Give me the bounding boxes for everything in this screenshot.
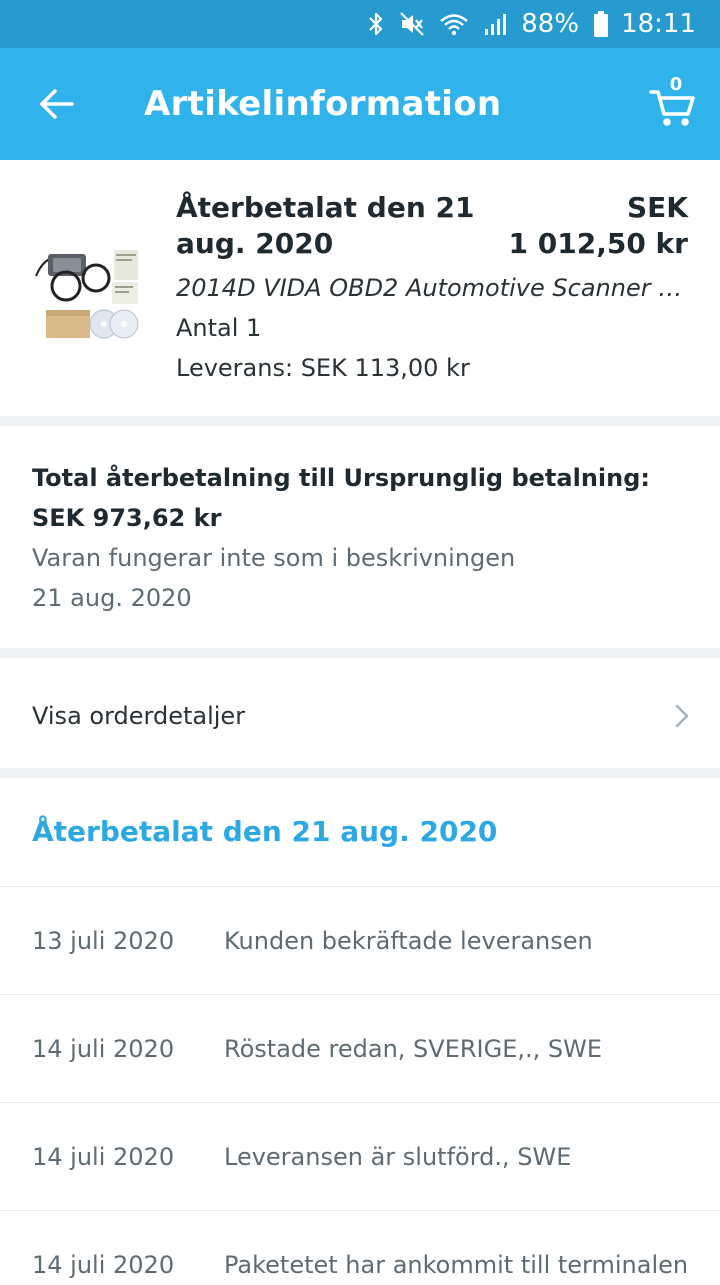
item-quantity: Antal 1 [176,314,262,342]
view-order-details-label: Visa orderdetaljer [32,702,246,730]
view-order-details-row[interactable]: Visa orderdetaljer [0,666,720,770]
status-bar: 88% 18:11 [0,0,720,48]
timeline-event: Paketetet har ankommit till terminalen [224,1251,689,1279]
chevron-right-icon [672,702,692,730]
item-price-currency: SEK [627,191,688,224]
timeline-row: 14 juli 2020 Leveransen är slutförd., SW… [0,1103,720,1211]
item-shipping: Leverans: SEK 113,00 kr [176,354,470,382]
mute-icon [399,11,425,37]
refund-total: Total återbetalning till Ursprunglig bet… [32,464,650,532]
item-price-amount: 1 012,50 kr [508,227,688,260]
timeline-date: 14 juli 2020 [32,1251,175,1279]
arrow-left-icon [40,89,74,119]
battery-icon [593,10,609,38]
item-refund-status: Återbetalat den 21 aug. 2020 [176,191,475,260]
timeline-date: 14 juli 2020 [32,1035,175,1063]
refund-reason: Varan fungerar inte som i beskrivningen [32,544,516,572]
section-divider [0,648,720,658]
wifi-icon [439,11,469,37]
timeline-date: 14 juli 2020 [32,1143,175,1171]
battery-percent: 88% [521,9,580,39]
timeline-event: Kunden bekräftade leveransen [224,927,593,955]
cart-count-badge: 0 [669,74,683,95]
back-button[interactable] [36,84,76,124]
timeline-header: Återbetalat den 21 aug. 2020 [32,815,498,848]
refund-date: 21 aug. 2020 [32,584,192,612]
timeline-event: Röstade redan, SVERIGE,., SWE [224,1035,603,1063]
page-title: Artikelinformation [144,84,502,124]
section-divider [0,416,720,426]
clock: 18:11 [621,9,696,39]
section-divider [0,768,720,778]
timeline-date: 13 juli 2020 [32,927,175,955]
timeline-row: 14 juli 2020 Paketetet har ankommit till… [0,1211,720,1280]
timeline-row: 13 juli 2020 Kunden bekräftade leveranse… [0,887,720,995]
timeline-event: Leveransen är slutförd., SWE [224,1143,572,1171]
timeline-row: 14 juli 2020 Röstade redan, SVERIGE,., S… [0,995,720,1103]
item-name[interactable]: 2014D VIDA OBD2 Automotive Scanner for V… [176,270,690,306]
app-bar: Artikelinformation 0 [0,48,720,160]
product-image[interactable] [26,246,144,348]
bluetooth-icon [367,11,385,37]
signal-icon [483,11,509,37]
